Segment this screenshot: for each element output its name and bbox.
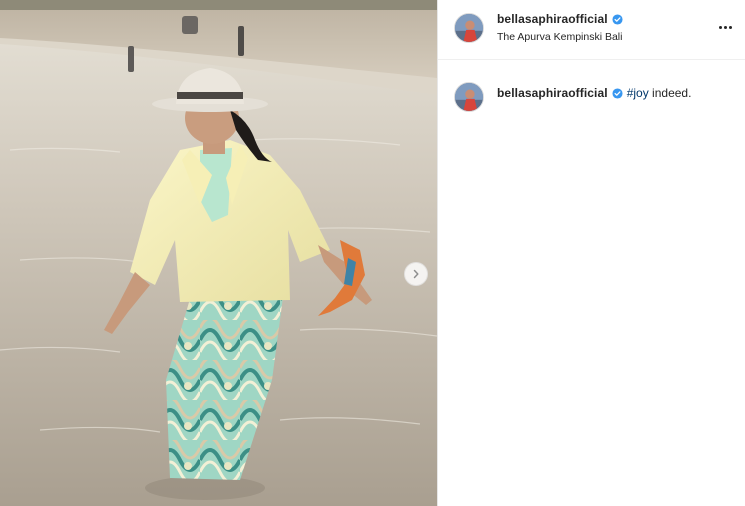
instagram-post: bellasaphiraofficial The Apurva Kempinsk… <box>0 0 745 506</box>
dot-icon <box>718 25 722 29</box>
post-header: bellasaphiraofficial The Apurva Kempinsk… <box>438 0 745 60</box>
caption-username[interactable]: bellasaphiraofficial <box>497 86 608 100</box>
post-side-panel: bellasaphiraofficial The Apurva Kempinsk… <box>437 0 745 506</box>
more-options-button[interactable] <box>715 18 735 36</box>
author-row: bellasaphiraofficial <box>497 12 623 26</box>
dot-icon <box>723 25 727 29</box>
post-photo[interactable] <box>0 0 437 506</box>
verified-badge-icon <box>612 13 623 25</box>
caption-text: indeed. <box>648 86 692 100</box>
profile-avatar-icon <box>455 83 483 111</box>
caption-line: bellasaphiraofficial #joy indeed. <box>497 84 691 102</box>
photo-image <box>0 0 437 506</box>
dot-icon <box>728 25 732 29</box>
author-avatar[interactable] <box>454 13 484 43</box>
verified-badge-icon <box>612 87 623 99</box>
carousel-next-button[interactable] <box>404 262 428 286</box>
caption-avatar[interactable] <box>454 82 484 112</box>
profile-avatar-icon <box>455 14 483 42</box>
caption-hashtag-link[interactable]: #joy <box>627 86 649 100</box>
chevron-right-icon <box>413 269 419 279</box>
author-username[interactable]: bellasaphiraofficial <box>497 12 608 26</box>
post-location[interactable]: The Apurva Kempinski Bali <box>497 31 622 43</box>
